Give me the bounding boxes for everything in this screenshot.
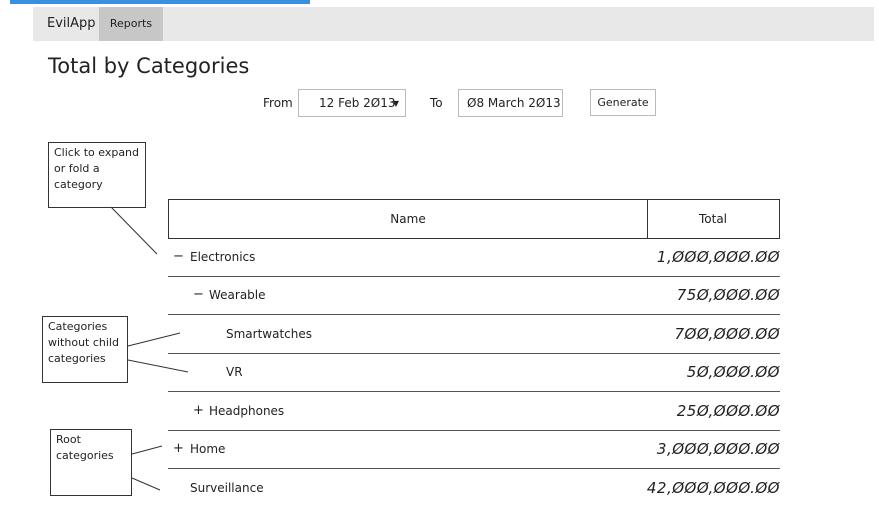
category-total: 75Ø,ØØØ.ØØ <box>676 286 780 304</box>
category-name: VR <box>226 365 243 379</box>
browser-top-strip <box>10 0 310 4</box>
category-total: 25Ø,ØØØ.ØØ <box>676 402 780 420</box>
category-name: Wearable <box>209 288 266 302</box>
connector-root-1 <box>131 445 163 455</box>
collapse-icon[interactable]: − <box>193 287 204 302</box>
generate-button[interactable]: Generate <box>590 89 656 116</box>
chevron-down-icon: ▼ <box>392 99 399 108</box>
category-name: Electronics <box>190 250 256 264</box>
category-row-wearable[interactable]: − Wearable 75Ø,ØØØ.ØØ <box>168 277 780 315</box>
expand-icon[interactable]: + <box>193 403 204 418</box>
category-total: 1,ØØØ,ØØØ.ØØ <box>656 248 780 266</box>
column-header-name[interactable]: Name <box>169 200 648 238</box>
category-row-surveillance[interactable]: Surveillance 42,ØØØ,ØØØ.ØØ <box>168 470 780 508</box>
category-name: Surveillance <box>190 481 264 495</box>
category-row-home[interactable]: + Home 3,ØØØ,ØØØ.ØØ <box>168 431 780 469</box>
connector-expand <box>110 206 158 255</box>
column-header-total[interactable]: Total <box>647 200 779 238</box>
to-date-input[interactable]: Ø8 March 2Ø13 <box>458 89 563 117</box>
from-date-dropdown[interactable]: 12 Feb 2Ø13 ▼ <box>298 89 406 117</box>
note-expand-fold: Click to expand or fold a category <box>48 142 146 208</box>
collapse-icon[interactable]: − <box>173 249 184 264</box>
nav-reports-tab[interactable]: Reports <box>99 7 163 41</box>
note-root-categories: Root categories <box>50 429 132 496</box>
expand-icon[interactable]: + <box>173 441 184 456</box>
row-divider <box>168 391 780 392</box>
category-name: Home <box>190 442 226 456</box>
category-row-electronics[interactable]: − Electronics 1,ØØØ,ØØØ.ØØ <box>168 239 780 277</box>
category-total: 5Ø,ØØØ.ØØ <box>686 363 780 381</box>
category-total: 7ØØ,ØØØ.ØØ <box>674 325 780 343</box>
category-total: 42,ØØØ,ØØØ.ØØ <box>646 479 780 497</box>
to-date-value: Ø8 March 2Ø13 <box>467 96 561 110</box>
to-label: To <box>430 96 443 110</box>
category-name: Headphones <box>209 404 285 418</box>
category-row-smartwatches[interactable]: Smartwatches 7ØØ,ØØØ.ØØ <box>168 316 780 354</box>
connector-root-2 <box>131 477 161 491</box>
note-leaf-categories: Categories without child categories <box>42 316 128 383</box>
navbar: EvilApp Reports <box>33 7 874 41</box>
brand-logo[interactable]: EvilApp <box>47 16 96 31</box>
from-label: From <box>263 96 293 110</box>
category-name: Smartwatches <box>226 327 313 341</box>
page-title: Total by Categories <box>48 54 250 78</box>
row-divider <box>168 314 780 315</box>
category-row-headphones[interactable]: + Headphones 25Ø,ØØØ.ØØ <box>168 393 780 431</box>
from-date-value: 12 Feb 2Ø13 <box>319 96 396 110</box>
category-table-header: Name Total <box>168 199 780 239</box>
category-row-vr[interactable]: VR 5Ø,ØØØ.ØØ <box>168 354 780 392</box>
row-divider <box>168 468 780 469</box>
category-total: 3,ØØØ,ØØØ.ØØ <box>656 440 780 458</box>
